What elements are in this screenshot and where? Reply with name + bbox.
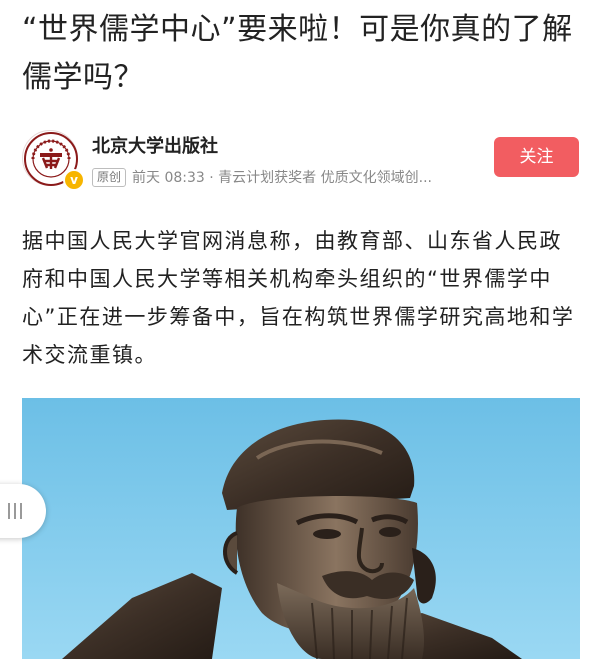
author-avatar[interactable]: v	[22, 130, 85, 191]
follow-button[interactable]: 关注	[494, 137, 579, 177]
publish-time: 前天 08:33	[132, 170, 205, 186]
confucius-statue-image	[22, 398, 580, 659]
author-row: v 北京大学出版社 原创 前天 08:33 · 青云计划获奖者 优质文化领域创..…	[22, 130, 582, 191]
three-bars-icon	[8, 503, 22, 519]
author-meta: 原创 前天 08:33 · 青云计划获奖者 优质文化领域创...	[92, 167, 432, 187]
v-badge-icon: v	[63, 169, 85, 191]
author-tagline: 青云计划获奖者 优质文化领域创...	[218, 170, 432, 186]
article-title: “世界儒学中心”要来啦！可是你真的了解儒学吗？	[22, 12, 573, 95]
original-badge: 原创	[92, 168, 127, 187]
meta-separator: ·	[204, 170, 219, 186]
author-name[interactable]: 北京大学出版社	[92, 132, 218, 158]
article-paragraph: 据中国人民大学官网消息称，由教育部、山东省人民政府和中国人民大学等相关机构牵头组…	[22, 229, 575, 367]
statue-illustration	[22, 398, 580, 659]
